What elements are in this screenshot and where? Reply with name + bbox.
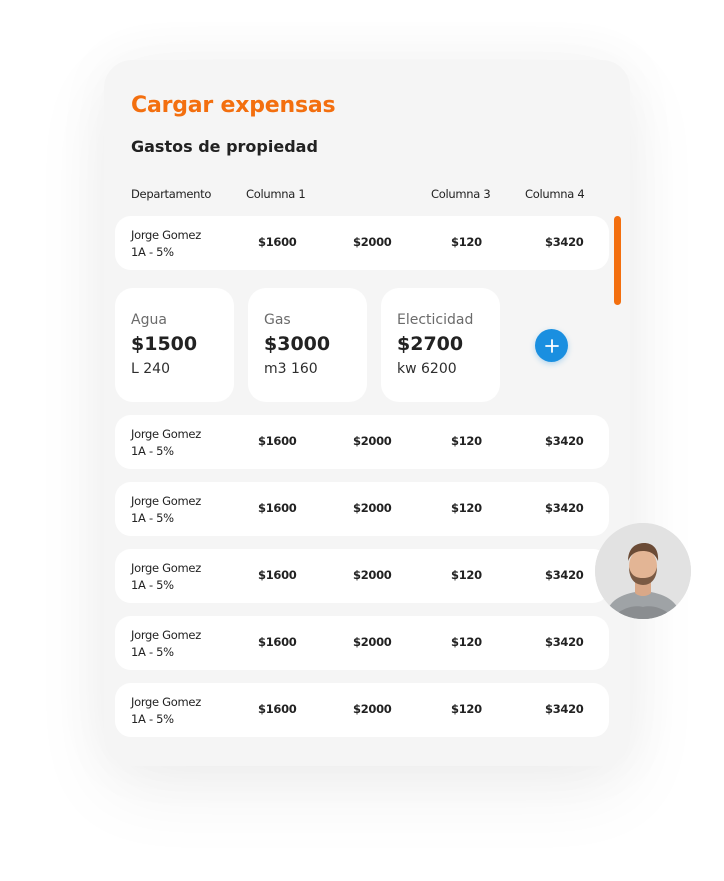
row-unit: 1A - 5% <box>131 511 174 525</box>
row-name: Jorge Gomez <box>131 561 201 575</box>
row-col-1: $1600 <box>258 235 297 249</box>
row-col-2: $2000 <box>353 235 392 249</box>
row-col-4: $3420 <box>545 702 584 716</box>
row-col-2: $2000 <box>353 635 392 649</box>
row-name: Jorge Gomez <box>131 228 201 242</box>
table-row[interactable]: Jorge Gomez 1A - 5% $1600 $2000 $120 $34… <box>115 482 609 536</box>
row-col-3: $120 <box>451 501 482 515</box>
page-title: Cargar expensas <box>131 93 336 118</box>
row-col-3: $120 <box>451 568 482 582</box>
utility-amount: $1500 <box>131 333 198 355</box>
table-row[interactable]: Jorge Gomez 1A - 5% $1600 $2000 $120 $34… <box>115 415 609 469</box>
add-utility-button[interactable] <box>535 329 568 362</box>
utility-label: Agua <box>131 312 167 328</box>
row-col-3: $120 <box>451 434 482 448</box>
row-col-1: $1600 <box>258 501 297 515</box>
row-col-3: $120 <box>451 235 482 249</box>
utility-card-agua[interactable]: Agua $1500 L 240 <box>115 288 234 402</box>
utility-amount: $2700 <box>397 333 464 355</box>
row-col-2: $2000 <box>353 434 392 448</box>
row-col-3: $120 <box>451 635 482 649</box>
row-col-4: $3420 <box>545 501 584 515</box>
row-col-4: $3420 <box>545 635 584 649</box>
user-avatar[interactable] <box>595 523 691 619</box>
row-col-4: $3420 <box>545 434 584 448</box>
table-row[interactable]: Jorge Gomez 1A - 5% $1600 $2000 $120 $34… <box>115 683 609 737</box>
row-unit: 1A - 5% <box>131 444 174 458</box>
table-row[interactable]: Jorge Gomez 1A - 5% $1600 $2000 $120 $34… <box>115 616 609 670</box>
utility-card-electricidad[interactable]: Electicidad $2700 kw 6200 <box>381 288 500 402</box>
row-col-3: $120 <box>451 702 482 716</box>
utility-detail: L 240 <box>131 361 170 377</box>
person-photo-icon <box>595 523 691 619</box>
section-subtitle: Gastos de propiedad <box>131 137 318 156</box>
header-departamento: Departamento <box>131 187 212 201</box>
row-name: Jorge Gomez <box>131 494 201 508</box>
utility-detail: m3 160 <box>264 361 318 377</box>
utility-amount: $3000 <box>264 333 331 355</box>
utility-card-gas[interactable]: Gas $3000 m3 160 <box>248 288 367 402</box>
row-col-4: $3420 <box>545 568 584 582</box>
utility-detail: kw 6200 <box>397 361 457 377</box>
row-col-2: $2000 <box>353 568 392 582</box>
header-columna-3: Columna 3 <box>431 187 491 201</box>
row-col-1: $1600 <box>258 635 297 649</box>
utility-label: Electicidad <box>397 312 474 328</box>
table-row[interactable]: Jorge Gomez 1A - 5% $1600 $2000 $120 $34… <box>115 549 609 603</box>
row-name: Jorge Gomez <box>131 695 201 709</box>
row-name: Jorge Gomez <box>131 628 201 642</box>
header-columna-1: Columna 1 <box>246 187 306 201</box>
row-unit: 1A - 5% <box>131 712 174 726</box>
table-row[interactable]: Jorge Gomez 1A - 5% $1600 $2000 $120 $34… <box>115 216 609 270</box>
row-col-1: $1600 <box>258 702 297 716</box>
row-name: Jorge Gomez <box>131 427 201 441</box>
plus-icon <box>544 338 559 353</box>
row-col-2: $2000 <box>353 501 392 515</box>
utility-label: Gas <box>264 312 291 328</box>
row-unit: 1A - 5% <box>131 645 174 659</box>
row-unit: 1A - 5% <box>131 578 174 592</box>
row-col-1: $1600 <box>258 568 297 582</box>
row-col-1: $1600 <box>258 434 297 448</box>
header-columna-4: Columna 4 <box>525 187 585 201</box>
row-col-2: $2000 <box>353 702 392 716</box>
scrollbar-thumb[interactable] <box>614 216 621 305</box>
row-unit: 1A - 5% <box>131 245 174 259</box>
row-col-4: $3420 <box>545 235 584 249</box>
